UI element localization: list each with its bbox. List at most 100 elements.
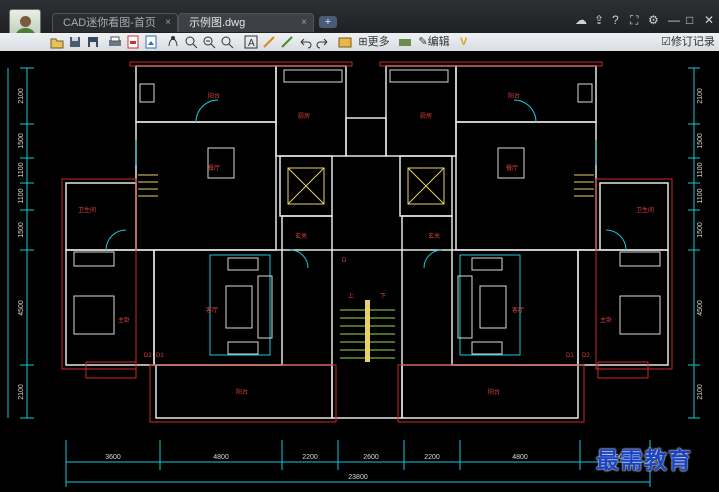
tab-drawing[interactable]: 示例图.dwg ×	[178, 13, 314, 32]
zoom-window-icon[interactable]	[184, 34, 198, 50]
dim-total: 23800	[348, 474, 368, 481]
settings-icon[interactable]: ⚙	[648, 13, 659, 27]
redo-icon[interactable]	[316, 34, 330, 50]
dim-right-3: 1100	[697, 162, 704, 177]
label-d2-r: D2	[582, 353, 590, 359]
upload-icon[interactable]: ⇪	[594, 13, 604, 27]
more-label: 更多	[367, 36, 390, 48]
dim-left-1: 2100	[18, 88, 25, 104]
text-tool-icon[interactable]: A	[244, 34, 258, 50]
label-bath-r: 卫生间	[636, 206, 654, 214]
pan-icon[interactable]	[166, 34, 180, 50]
open-icon[interactable]	[50, 34, 64, 50]
tab-home-close-icon[interactable]: ×	[165, 14, 171, 32]
label-balcony-l: 阳台	[208, 92, 220, 100]
dim-left-3: 1100	[18, 162, 25, 177]
avatar-head	[20, 16, 31, 27]
label-bath-l: 卫生间	[78, 206, 96, 214]
print-icon[interactable]	[108, 34, 122, 50]
dim-left-2: 1500	[18, 133, 25, 149]
label-d1-l: D1	[156, 353, 164, 359]
stair-handrail	[365, 300, 370, 362]
windows	[61, 61, 673, 423]
help-icon[interactable]: ?	[612, 13, 619, 27]
new-tab-button[interactable]: +	[319, 16, 337, 28]
left-dimension-text: 2100 1500 1100 1100 1500 4500 2100	[18, 88, 25, 400]
label-kitchen-l: 厨房	[298, 112, 310, 120]
brush-icon[interactable]	[280, 34, 294, 50]
label-balcony2-l: 阳台	[236, 388, 248, 396]
undo-icon[interactable]	[298, 34, 312, 50]
edit-icon: ✎	[418, 36, 428, 48]
dim-left-4: 1100	[18, 188, 25, 203]
dim-bottom-5: 2200	[424, 454, 440, 461]
dim-bottom-3: 2200	[302, 454, 318, 461]
vip-icon[interactable]: V	[460, 34, 467, 50]
tab-home[interactable]: CAD迷你看图-首页 ×	[52, 13, 178, 32]
dim-bottom-2: 4800	[213, 454, 229, 461]
export-image-icon[interactable]	[144, 34, 158, 50]
measure-icon[interactable]	[398, 34, 412, 50]
cloud-icon[interactable]: ☁	[575, 13, 587, 27]
export-pdf-icon[interactable]	[126, 34, 140, 50]
zoom-extent-icon[interactable]	[220, 34, 234, 50]
dim-right-1: 2100	[697, 88, 704, 104]
dim-right-4: 1100	[697, 188, 704, 203]
right-dimension-text: 2100 1500 1100 1100 1500 4500 2100	[697, 88, 704, 400]
dim-left-6: 4500	[18, 300, 25, 316]
right-dimension-lines	[688, 67, 700, 419]
label-balcony-r: 阳台	[508, 92, 520, 100]
label-d2-l: D2	[144, 353, 152, 359]
revision-label: 修订记录	[670, 36, 715, 48]
pencil-icon[interactable]	[262, 34, 276, 50]
dim-bottom-4: 2600	[363, 454, 379, 461]
bottom-dimension-text: 3600 4800 2200 2600 2200 4800 3600 23800	[105, 454, 623, 481]
label-balcony2-r: 阳台	[488, 388, 500, 396]
edit-label: 编辑	[427, 36, 450, 48]
label-up: 上	[348, 292, 354, 300]
edit-button[interactable]: ✎编辑	[416, 34, 452, 50]
dim-right-5: 1500	[697, 222, 704, 238]
dim-left-5: 1500	[18, 222, 25, 238]
svg-text:A: A	[248, 38, 255, 49]
tab-drawing-close-icon[interactable]: ×	[301, 14, 307, 32]
label-bed-l: 主卧	[118, 316, 130, 324]
label-bed-r: 主卧	[600, 316, 612, 324]
dim-bottom-1: 3600	[105, 454, 121, 461]
maximize-icon[interactable]: □	[686, 13, 693, 27]
label-down: 下	[380, 293, 386, 300]
label-hall-r: 玄关	[428, 232, 440, 240]
toolbar: A ⊞更多 ✎编辑 V ☑修订记录 ▾	[0, 33, 719, 64]
label-living-r: 客厅	[512, 306, 524, 314]
label-living-l: 客厅	[206, 306, 218, 314]
tab-home-label: CAD迷你看图-首页	[63, 17, 156, 29]
title-bar: CAD迷你看图-首页 × 示例图.dwg × + ☁ ⇪ ? ⛶ ⚙ — □ ✕	[0, 0, 719, 41]
label-dining-l: 餐厅	[208, 164, 220, 172]
dim-right-7: 2100	[697, 384, 704, 400]
floor-plan-drawing: 阳台 阳台 厨房 厨房 餐厅 餐厅 玄关 玄关 主卧 主卧 客厅 客厅 阳台 阳…	[7, 61, 704, 487]
revision-icon: ☑	[661, 36, 671, 48]
left-dimension-lines	[7, 67, 34, 419]
label-kitchen-r: 厨房	[420, 112, 432, 120]
layer-icon[interactable]	[338, 34, 352, 50]
revision-record-button[interactable]: ☑修订记录 ▾	[658, 34, 718, 64]
side-stairs	[138, 174, 594, 197]
save-as-icon[interactable]	[86, 34, 100, 50]
dim-left-7: 2100	[18, 384, 25, 400]
dim-right-2: 1500	[697, 133, 704, 149]
tab-drawing-label: 示例图.dwg	[189, 17, 246, 29]
label-hall-l: 玄关	[295, 232, 307, 240]
elevators	[287, 167, 445, 205]
close-window-icon[interactable]: ✕	[704, 13, 714, 27]
more-button[interactable]: ⊞更多	[356, 34, 392, 50]
label-d: D	[342, 258, 347, 264]
drawing-canvas[interactable]: 阳台 阳台 厨房 厨房 餐厅 餐厅 玄关 玄关 主卧 主卧 客厅 客厅 阳台 阳…	[0, 51, 719, 487]
save-icon[interactable]	[68, 34, 82, 50]
label-dining-r: 餐厅	[506, 164, 518, 172]
watermark: 最需教育	[596, 447, 692, 474]
minimize-icon[interactable]: —	[668, 13, 680, 27]
more-icon: ⊞	[358, 36, 368, 48]
label-d1-r: D1	[566, 353, 574, 359]
fullscreen-icon[interactable]: ⛶	[630, 13, 638, 27]
zoom-in-icon[interactable]	[202, 34, 216, 50]
